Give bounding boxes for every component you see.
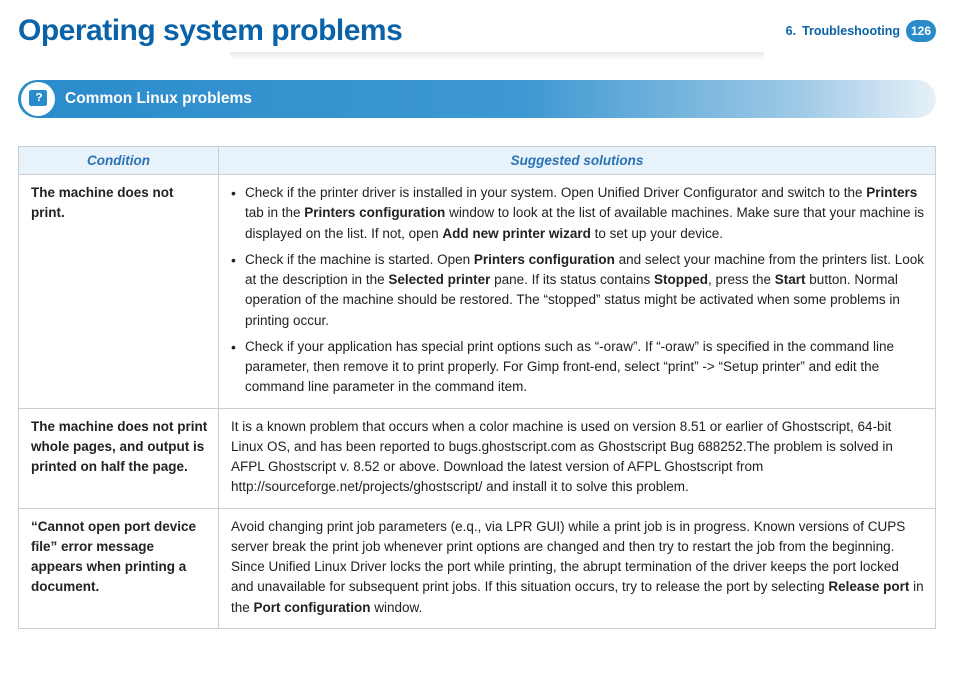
list-item: Check if the machine is started. Open Pr… [231,250,925,331]
content-section: Common Linux problems Condition Suggeste… [0,60,954,629]
page-number-badge: 126 [906,20,936,42]
list-item: Check if your application has special pr… [231,337,925,398]
breadcrumb-number: 6. [786,24,796,38]
breadcrumb: 6. Troubleshooting 126 [786,20,936,42]
col-header-condition: Condition [19,147,219,175]
header-shadow [230,52,764,60]
table-row: “Cannot open port device file” error mes… [19,508,936,628]
page-title: Operating system problems [18,14,402,48]
solution-cell: Check if the printer driver is installed… [219,175,936,409]
list-item: Check if the printer driver is installed… [231,183,925,244]
condition-cell: The machine does not print whole pages, … [19,408,219,508]
page-header: Operating system problems 6. Troubleshoo… [0,0,954,52]
solution-cell: Avoid changing print job parameters (e.q… [219,508,936,628]
table-row: The machine does not print whole pages, … [19,408,936,508]
section-header: Common Linux problems [18,80,936,118]
solution-cell: It is a known problem that occurs when a… [219,408,936,508]
breadcrumb-text: Troubleshooting [802,24,900,38]
table-row: The machine does not print. Check if the… [19,175,936,409]
book-question-icon [21,82,55,116]
troubleshooting-table: Condition Suggested solutions The machin… [18,146,936,629]
col-header-solutions: Suggested solutions [219,147,936,175]
condition-cell: “Cannot open port device file” error mes… [19,508,219,628]
section-title: Common Linux problems [65,90,252,108]
condition-cell: The machine does not print. [19,175,219,409]
